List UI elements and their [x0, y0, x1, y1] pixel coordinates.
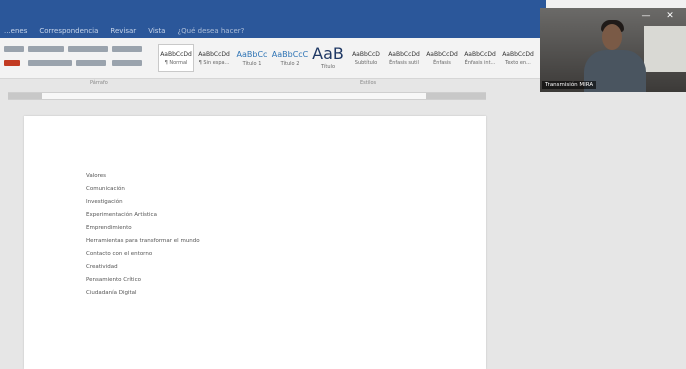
- style-name: Subtítulo: [354, 59, 378, 66]
- ribbon-tab[interactable]: Revisar: [110, 27, 136, 35]
- style-name: Énfasis sutil: [389, 59, 419, 66]
- align-tool[interactable]: [28, 60, 72, 66]
- document-line[interactable]: Investigación: [86, 196, 200, 209]
- ribbon-tab[interactable]: Correspondencia: [39, 27, 98, 35]
- style-item[interactable]: AaBbCcDd Énfasis sutil: [386, 44, 422, 72]
- style-name: Texto en...: [505, 59, 531, 66]
- window-edge: [546, 0, 686, 8]
- participant-head: [602, 24, 622, 50]
- style-preview: AaBbCc: [236, 49, 268, 59]
- minimize-icon[interactable]: —: [636, 8, 656, 24]
- ribbon-tab[interactable]: ...enes: [4, 27, 27, 35]
- style-preview: AaBbCcDd: [388, 50, 420, 58]
- style-item[interactable]: AaBbCcDd Énfasis int...: [462, 44, 498, 72]
- video-window-light: [644, 26, 686, 72]
- document-page[interactable]: Valores Comunicación Investigación Experime…: [24, 116, 486, 369]
- close-icon[interactable]: ✕: [660, 8, 680, 24]
- ribbon-tab[interactable]: Vista: [148, 27, 165, 35]
- document-text: Valores Comunicación Investigación Experime…: [86, 170, 200, 300]
- style-preview: AaB: [312, 44, 344, 63]
- ruler-left-margin: [8, 93, 42, 99]
- document-line[interactable]: Herramientas para transformar el mundo: [86, 235, 200, 248]
- ruler-right-margin: [426, 93, 486, 99]
- styles-gallery: AaBbCcDd ¶ Normal AaBbCcDd ¶ Sin espa... AaB…: [158, 44, 536, 74]
- style-name: Énfasis: [433, 59, 451, 66]
- style-preview: AaBbCcD: [352, 50, 380, 58]
- font-size-tool[interactable]: [28, 46, 64, 52]
- style-preview: AaBbCcDd: [502, 50, 534, 58]
- document-line[interactable]: Pensamiento Crítico: [86, 274, 200, 287]
- tell-me-search[interactable]: ¿Qué desea hacer?: [177, 27, 244, 35]
- style-name: ¶ Normal: [164, 59, 188, 66]
- style-name: Título 2: [280, 60, 300, 67]
- left-pane: [0, 100, 22, 369]
- font-paragraph-tools: [4, 44, 154, 74]
- shading-tool[interactable]: [112, 60, 142, 66]
- style-preview: AaBbCcDd: [198, 50, 230, 58]
- sort-tool[interactable]: [112, 46, 142, 52]
- style-item[interactable]: AaBbCcDd ¶ Sin espa...: [196, 44, 232, 72]
- document-line[interactable]: Comunicación: [86, 183, 200, 196]
- bullets-tool[interactable]: [68, 46, 108, 52]
- style-item[interactable]: AaB Título: [310, 44, 346, 72]
- document-line[interactable]: Valores: [86, 170, 200, 183]
- document-line[interactable]: Experimentación Artística: [86, 209, 200, 222]
- style-item[interactable]: AaBbCcD Subtítulo: [348, 44, 384, 72]
- font-tool[interactable]: [4, 46, 24, 52]
- group-label-paragraph: Párrafo: [90, 80, 108, 86]
- style-item[interactable]: AaBbCcDd Énfasis: [424, 44, 460, 72]
- style-preview: AaBbCcDd: [426, 50, 458, 58]
- style-item[interactable]: AaBbCc Título 1: [234, 44, 270, 72]
- style-name: ¶ Sin espa...: [198, 59, 230, 66]
- spacing-tool[interactable]: [76, 60, 106, 66]
- style-item[interactable]: AaBbCcDd ¶ Normal: [158, 44, 194, 72]
- participant-name: Transmisión MIRA: [542, 81, 597, 89]
- style-preview: AaBbCcDd: [464, 50, 496, 58]
- style-preview: AaBbCcC: [271, 49, 309, 59]
- style-name: Título 1: [242, 60, 262, 67]
- font-color-tool[interactable]: [4, 60, 20, 66]
- style-item[interactable]: AaBbCcDd Texto en...: [500, 44, 536, 72]
- document-line[interactable]: Emprendimiento: [86, 222, 200, 235]
- style-item[interactable]: AaBbCcC Título 2: [271, 44, 309, 72]
- group-label-styles: Estilos: [360, 80, 377, 86]
- document-line[interactable]: Contacto con el entorno: [86, 248, 200, 261]
- style-name: Énfasis int...: [464, 59, 496, 66]
- style-preview: AaBbCcDd: [160, 50, 192, 58]
- style-name: Título: [320, 64, 336, 70]
- document-line[interactable]: Ciudadanía Digital: [86, 287, 200, 300]
- document-line[interactable]: Creatividad: [86, 261, 200, 274]
- ruler-track: [8, 92, 486, 100]
